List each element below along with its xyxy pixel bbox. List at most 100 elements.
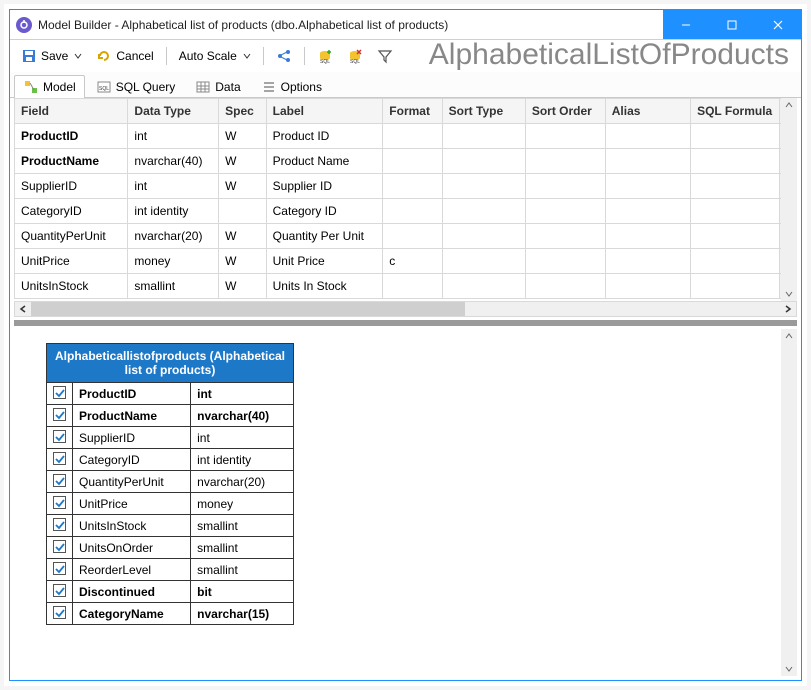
cell[interactable]: int — [128, 124, 219, 149]
checkbox-icon[interactable] — [53, 584, 66, 597]
cell[interactable]: SupplierID — [15, 174, 128, 199]
col-spec[interactable]: Spec — [219, 99, 267, 124]
cell[interactable] — [383, 274, 442, 299]
vertical-scrollbar[interactable] — [781, 98, 797, 301]
col-label[interactable]: Label — [266, 99, 383, 124]
tab-model[interactable]: Model — [14, 75, 85, 98]
cell[interactable] — [525, 149, 605, 174]
cell[interactable] — [525, 249, 605, 274]
cell[interactable] — [691, 249, 780, 274]
table-row[interactable]: UnitPricemoneyWUnit Pricec — [15, 249, 797, 274]
cell[interactable]: Supplier ID — [266, 174, 383, 199]
cell[interactable] — [691, 199, 780, 224]
entity-row[interactable]: ProductIDint — [47, 383, 294, 405]
checkbox-cell[interactable] — [47, 537, 73, 559]
entity-row[interactable]: CategoryNamenvarchar(15) — [47, 603, 294, 625]
checkbox-cell[interactable] — [47, 515, 73, 537]
col-alias[interactable]: Alias — [605, 99, 690, 124]
checkbox-icon[interactable] — [53, 540, 66, 553]
cell[interactable] — [605, 174, 690, 199]
checkbox-cell[interactable] — [47, 427, 73, 449]
col-sqlformula[interactable]: SQL Formula — [691, 99, 780, 124]
minimize-button[interactable] — [663, 10, 709, 39]
col-datatype[interactable]: Data Type — [128, 99, 219, 124]
cell[interactable]: Category ID — [266, 199, 383, 224]
tab-sql-query[interactable]: SQL SQL Query — [87, 75, 185, 98]
checkbox-cell[interactable] — [47, 449, 73, 471]
cell[interactable]: ProductName — [15, 149, 128, 174]
cell[interactable]: ProductID — [15, 124, 128, 149]
entity-row[interactable]: UnitsOnOrdersmallint — [47, 537, 294, 559]
entity-row[interactable]: ProductNamenvarchar(40) — [47, 405, 294, 427]
remove-sql-button[interactable]: SQL — [342, 45, 368, 67]
cell[interactable] — [219, 199, 267, 224]
col-field[interactable]: Field — [15, 99, 128, 124]
autoscale-button[interactable]: Auto Scale — [174, 45, 256, 67]
cell[interactable]: int — [128, 174, 219, 199]
cell[interactable]: money — [128, 249, 219, 274]
diagram-canvas[interactable]: Alphabeticallistofproducts (Alphabetical… — [14, 329, 781, 676]
entity-header[interactable]: Alphabeticallistofproducts (Alphabetical… — [47, 344, 294, 383]
checkbox-cell[interactable] — [47, 581, 73, 603]
col-format[interactable]: Format — [383, 99, 442, 124]
checkbox-icon[interactable] — [53, 474, 66, 487]
cell[interactable] — [525, 124, 605, 149]
scroll-right-arrow[interactable] — [780, 302, 796, 316]
cell[interactable]: nvarchar(40) — [128, 149, 219, 174]
table-row[interactable]: ProductIDintWProduct ID — [15, 124, 797, 149]
checkbox-icon[interactable] — [53, 452, 66, 465]
checkbox-icon[interactable] — [53, 518, 66, 531]
close-button[interactable] — [755, 10, 801, 39]
entity-row[interactable]: Discontinuedbit — [47, 581, 294, 603]
horizontal-scrollbar[interactable] — [14, 301, 797, 317]
cell[interactable] — [442, 249, 525, 274]
checkbox-icon[interactable] — [53, 496, 66, 509]
cell[interactable]: W — [219, 224, 267, 249]
cell[interactable] — [691, 174, 780, 199]
scroll-left-arrow[interactable] — [15, 302, 31, 316]
entity-row[interactable]: UnitPricemoney — [47, 493, 294, 515]
cancel-button[interactable]: Cancel — [91, 45, 158, 67]
cell[interactable] — [383, 199, 442, 224]
diagram-vertical-scrollbar[interactable] — [781, 329, 797, 676]
checkbox-icon[interactable] — [53, 606, 66, 619]
tab-options[interactable]: Options — [252, 75, 331, 98]
share-button[interactable] — [271, 45, 297, 67]
cell[interactable]: nvarchar(20) — [128, 224, 219, 249]
col-sorttype[interactable]: Sort Type — [442, 99, 525, 124]
cell[interactable] — [383, 224, 442, 249]
cell[interactable]: W — [219, 149, 267, 174]
table-row[interactable]: UnitsInStocksmallintWUnits In Stock — [15, 274, 797, 299]
cell[interactable] — [605, 274, 690, 299]
cell[interactable] — [605, 149, 690, 174]
cell[interactable] — [442, 199, 525, 224]
cell[interactable]: W — [219, 249, 267, 274]
cell[interactable] — [383, 174, 442, 199]
cell[interactable] — [691, 124, 780, 149]
cell[interactable]: Product ID — [266, 124, 383, 149]
cell[interactable] — [691, 274, 780, 299]
checkbox-icon[interactable] — [53, 408, 66, 421]
checkbox-cell[interactable] — [47, 559, 73, 581]
cell[interactable]: Unit Price — [266, 249, 383, 274]
entity-row[interactable]: SupplierIDint — [47, 427, 294, 449]
cell[interactable] — [442, 274, 525, 299]
splitter[interactable] — [14, 320, 797, 326]
cell[interactable] — [442, 174, 525, 199]
cell[interactable]: UnitsInStock — [15, 274, 128, 299]
checkbox-icon[interactable] — [53, 562, 66, 575]
cell[interactable] — [525, 199, 605, 224]
cell[interactable]: UnitPrice — [15, 249, 128, 274]
cell[interactable] — [605, 199, 690, 224]
cell[interactable] — [691, 224, 780, 249]
table-row[interactable]: CategoryIDint identityCategory ID — [15, 199, 797, 224]
entity-row[interactable]: CategoryIDint identity — [47, 449, 294, 471]
save-button[interactable]: Save — [16, 45, 87, 67]
col-sortorder[interactable]: Sort Order — [525, 99, 605, 124]
cell[interactable]: Product Name — [266, 149, 383, 174]
fields-grid[interactable]: Field Data Type Spec Label Format Sort T… — [14, 98, 797, 299]
entity-row[interactable]: QuantityPerUnitnvarchar(20) — [47, 471, 294, 493]
scroll-track[interactable] — [31, 302, 780, 316]
cell[interactable]: Units In Stock — [266, 274, 383, 299]
cell[interactable]: int identity — [128, 199, 219, 224]
